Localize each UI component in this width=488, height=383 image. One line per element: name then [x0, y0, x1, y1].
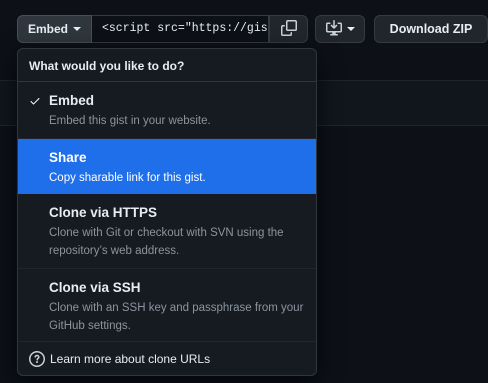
menu-item-title: Embed — [49, 93, 95, 108]
triangle-down-icon — [73, 27, 81, 31]
open-with-desktop-button[interactable] — [315, 15, 365, 43]
menu-item-description: Embed this gist in your website. — [49, 115, 211, 127]
clone-options-menu: What would you like to do? Embed Embed t… — [17, 48, 317, 376]
desktop-download-icon — [325, 19, 342, 39]
menu-item-embed[interactable]: Embed Embed this gist in your website. — [18, 82, 316, 139]
embed-dropdown-button[interactable]: Embed — [17, 15, 92, 43]
copy-url-button[interactable] — [269, 15, 308, 43]
gist-page: Embed <script src="https://gist.github.c… — [0, 0, 488, 383]
menu-item-description: Clone with an SSH key and passphrase fro… — [49, 302, 304, 332]
menu-item-title: Share — [49, 150, 87, 165]
question-circle-icon — [29, 351, 45, 367]
menu-header: What would you like to do? — [18, 49, 316, 82]
menu-item-clone-https[interactable]: Clone via HTTPS Clone with Git or checko… — [18, 194, 316, 269]
check-icon — [29, 94, 41, 112]
triangle-down-icon — [346, 27, 355, 31]
clone-help-link[interactable]: Learn more about clone URLs — [18, 342, 316, 375]
menu-item-title: Clone via HTTPS — [49, 205, 158, 220]
menu-item-description: Copy sharable link for this gist. — [49, 172, 206, 184]
clone-url-input[interactable]: <script src="https://gist.github.com/ — [92, 15, 269, 43]
menu-item-share[interactable]: Share Copy sharable link for this gist. — [18, 139, 316, 194]
help-link-text: Learn more about clone URLs — [50, 352, 211, 366]
menu-item-clone-ssh[interactable]: Clone via SSH Clone with an SSH key and … — [18, 269, 316, 342]
copy-icon — [280, 19, 297, 39]
download-zip-button[interactable]: Download ZIP — [374, 15, 488, 43]
menu-item-title: Clone via SSH — [49, 280, 141, 295]
menu-item-description: Clone with Git or checkout with SVN usin… — [49, 227, 284, 257]
embed-button-label: Embed — [27, 22, 68, 36]
